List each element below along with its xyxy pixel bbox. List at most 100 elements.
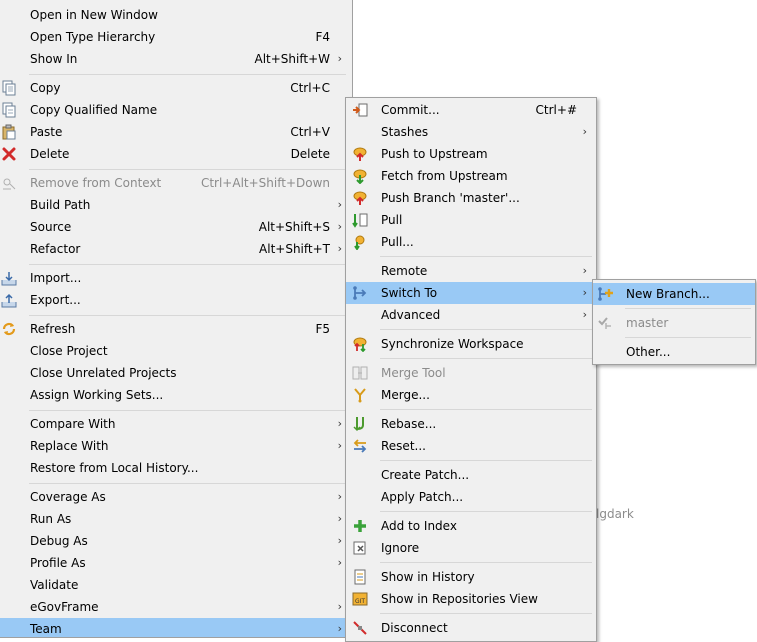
- menu-item-ignore[interactable]: Ignore: [346, 537, 596, 559]
- menu-item-label: Ignore: [381, 541, 420, 555]
- submenu-arrow-icon: ›: [337, 512, 342, 525]
- menu-item-coverage-as[interactable]: Coverage As ›: [0, 486, 352, 508]
- menu-item-label: Synchronize Workspace: [381, 337, 524, 351]
- menu-separator: [380, 511, 592, 512]
- menu-item-show-in[interactable]: Show In Alt+Shift+W ›: [0, 48, 352, 70]
- menu-separator: [380, 613, 592, 614]
- menu-item-pull-dialog[interactable]: Pull...: [346, 231, 596, 253]
- menu-separator: [380, 562, 592, 563]
- menu-item-restore-from-local-history[interactable]: Restore from Local History...: [0, 457, 352, 479]
- disconnect-icon: [353, 621, 367, 635]
- menu-item-replace-with[interactable]: Replace With ›: [0, 435, 352, 457]
- checked-branch-icon: [598, 317, 611, 329]
- menu-separator: [625, 308, 751, 309]
- menu-item-close-project[interactable]: Close Project: [0, 340, 352, 362]
- context-menu: Open in New Window Open Type Hierarchy F…: [0, 0, 353, 638]
- menu-item-open-in-new-window[interactable]: Open in New Window: [0, 4, 352, 26]
- import-icon: [1, 272, 17, 286]
- menu-separator: [380, 256, 592, 257]
- menu-item-disconnect[interactable]: Disconnect: [346, 617, 596, 639]
- menu-item-apply-patch[interactable]: Apply Patch...: [346, 486, 596, 508]
- menu-item-label: Open in New Window: [30, 8, 158, 22]
- menu-item-synchronize-workspace[interactable]: Synchronize Workspace: [346, 333, 596, 355]
- menu-separator: [380, 409, 592, 410]
- menu-item-label: Delete: [30, 147, 70, 161]
- menu-item-label: Commit...: [381, 103, 440, 117]
- merge-icon: [354, 388, 366, 403]
- menu-item-switch-to[interactable]: Switch To ›: [346, 282, 596, 304]
- menu-item-merge[interactable]: Merge...: [346, 384, 596, 406]
- menu-item-stashes[interactable]: Stashes ›: [346, 121, 596, 143]
- menu-item-remote[interactable]: Remote ›: [346, 260, 596, 282]
- submenu-arrow-icon: ›: [582, 125, 587, 138]
- menu-item-open-type-hierarchy[interactable]: Open Type Hierarchy F4: [0, 26, 352, 48]
- menu-item-other[interactable]: Other...: [593, 341, 755, 363]
- menu-item-label: Coverage As: [30, 490, 106, 504]
- menu-item-export[interactable]: Export...: [0, 289, 352, 311]
- menu-item-label: Team: [30, 622, 62, 636]
- menu-item-label: Advanced: [381, 308, 441, 322]
- menu-item-show-in-repositories-view[interactable]: GIT Show in Repositories View: [346, 588, 596, 610]
- svg-text:GIT: GIT: [355, 598, 365, 605]
- menu-item-refresh[interactable]: Refresh F5: [0, 318, 352, 340]
- switch-to-submenu: New Branch... master Other...: [592, 279, 756, 365]
- submenu-arrow-icon: ›: [337, 417, 342, 430]
- menu-item-show-in-history[interactable]: Show in History: [346, 566, 596, 588]
- menu-item-label: Show in Repositories View: [381, 592, 538, 606]
- menu-item-egovframe[interactable]: eGovFrame ›: [0, 596, 352, 618]
- menu-item-compare-with[interactable]: Compare With ›: [0, 413, 352, 435]
- menu-item-rebase[interactable]: Rebase...: [346, 413, 596, 435]
- menu-item-label: Refresh: [30, 322, 76, 336]
- menu-item-label: Stashes: [381, 125, 429, 139]
- menu-item-label: Debug As: [30, 534, 88, 548]
- menu-item-assign-working-sets[interactable]: Assign Working Sets...: [0, 384, 352, 406]
- menu-separator: [625, 337, 751, 338]
- menu-item-label: Push Branch 'master'...: [381, 191, 520, 205]
- menu-item-label: Add to Index: [381, 519, 457, 533]
- menu-item-profile-as[interactable]: Profile As ›: [0, 552, 352, 574]
- menu-item-refactor[interactable]: Refactor Alt+Shift+T ›: [0, 238, 352, 260]
- menu-item-label: Build Path: [30, 198, 91, 212]
- delete-icon: [2, 147, 16, 161]
- menu-item-commit[interactable]: Commit... Ctrl+#: [346, 99, 596, 121]
- menu-item-copy-qualified-name[interactable]: Copy Qualified Name: [0, 99, 352, 121]
- menu-item-label: Create Patch...: [381, 468, 470, 482]
- menu-item-label: Reset...: [381, 439, 426, 453]
- menu-item-push-to-upstream[interactable]: Push to Upstream: [346, 143, 596, 165]
- shortcut-text: Ctrl+Alt+Shift+Down: [200, 176, 330, 190]
- menu-item-label: Validate: [30, 578, 79, 592]
- menu-item-reset[interactable]: Reset...: [346, 435, 596, 457]
- menu-item-label: Replace With: [30, 439, 109, 453]
- menu-separator: [380, 358, 592, 359]
- menu-item-run-as[interactable]: Run As ›: [0, 508, 352, 530]
- menu-item-push-branch-master[interactable]: Push Branch 'master'...: [346, 187, 596, 209]
- menu-item-team[interactable]: Team ›: [0, 618, 352, 637]
- menu-item-new-branch[interactable]: New Branch...: [593, 283, 755, 305]
- menu-item-debug-as[interactable]: Debug As ›: [0, 530, 352, 552]
- pull-icon: [352, 213, 368, 228]
- menu-item-pull[interactable]: Pull: [346, 209, 596, 231]
- menu-item-delete[interactable]: Delete Delete: [0, 143, 352, 165]
- menu-item-close-unrelated-projects[interactable]: Close Unrelated Projects: [0, 362, 352, 384]
- menu-item-import[interactable]: Import...: [0, 267, 352, 289]
- menu-item-validate[interactable]: Validate: [0, 574, 352, 596]
- background-fragment-text: lgdark: [596, 507, 634, 521]
- menu-separator: [29, 410, 346, 411]
- menu-item-label: Apply Patch...: [381, 490, 464, 504]
- submenu-arrow-icon: ›: [337, 600, 342, 613]
- shortcut-text: Ctrl+#: [535, 103, 577, 117]
- submenu-arrow-icon: ›: [337, 52, 342, 65]
- menu-item-source[interactable]: Source Alt+Shift+S ›: [0, 216, 352, 238]
- copy-icon: [2, 80, 16, 96]
- menu-item-label: Other...: [626, 345, 671, 359]
- menu-item-paste[interactable]: Paste Ctrl+V: [0, 121, 352, 143]
- team-submenu: Commit... Ctrl+# Stashes › Push to Upstr…: [345, 97, 597, 642]
- menu-item-advanced[interactable]: Advanced ›: [346, 304, 596, 326]
- menu-item-create-patch[interactable]: Create Patch...: [346, 464, 596, 486]
- shortcut-text: Delete: [290, 147, 330, 161]
- menu-item-copy[interactable]: Copy Ctrl+C: [0, 77, 352, 99]
- menu-item-add-to-index[interactable]: Add to Index: [346, 515, 596, 537]
- menu-item-build-path[interactable]: Build Path ›: [0, 194, 352, 216]
- shortcut-text: Alt+Shift+W: [254, 52, 331, 66]
- menu-item-fetch-from-upstream[interactable]: Fetch from Upstream: [346, 165, 596, 187]
